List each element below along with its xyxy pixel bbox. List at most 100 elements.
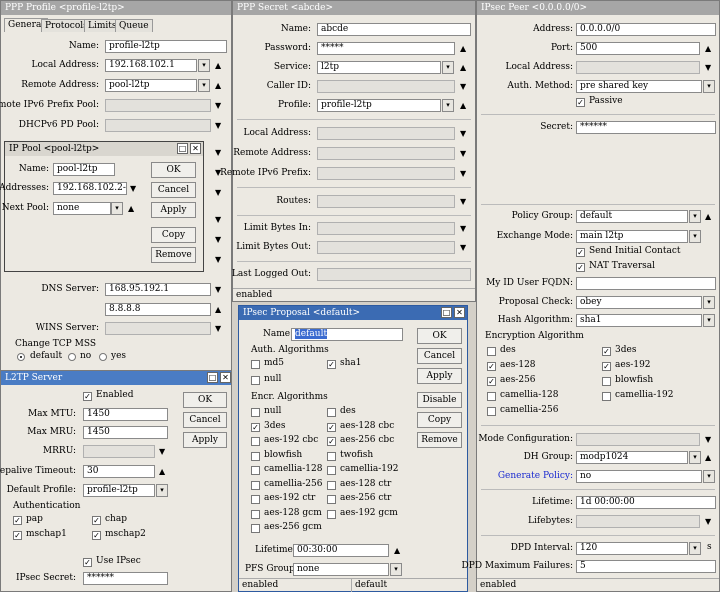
peer-blowfish-checkbox[interactable] bbox=[602, 377, 611, 386]
exchange-mode-field[interactable]: main l2tp bbox=[576, 230, 688, 243]
pfs-group-field[interactable]: none bbox=[293, 563, 389, 576]
auth-method-field[interactable]: pre shared key bbox=[576, 80, 702, 93]
l2tp-apply-button[interactable]: Apply bbox=[183, 432, 227, 448]
generate-policy-dropdown[interactable]: ▾ bbox=[703, 470, 715, 483]
limit-out-arrow[interactable]: ▼ bbox=[460, 241, 466, 254]
l2tp-cancel-button[interactable]: Cancel bbox=[183, 412, 227, 428]
encr-aes256cbc-checkbox[interactable]: ✓ bbox=[327, 437, 336, 446]
peer-port-arrow[interactable]: ▲ bbox=[705, 42, 711, 55]
policy-group-dropdown[interactable]: ▾ bbox=[689, 210, 701, 223]
peer-secret-field[interactable]: ****** bbox=[576, 121, 716, 134]
policy-group-field[interactable]: default bbox=[576, 210, 688, 223]
caller-id-arrow[interactable]: ▼ bbox=[460, 80, 466, 93]
peer-local-field[interactable] bbox=[576, 61, 700, 74]
dns-server-1[interactable]: 168.95.192.1 bbox=[105, 283, 211, 296]
lifebytes-arrow[interactable]: ▼ bbox=[705, 515, 711, 528]
encr-aes256gcm-checkbox[interactable] bbox=[251, 524, 260, 533]
dh-group-dropdown[interactable]: ▾ bbox=[689, 451, 701, 464]
tcp-mss-default-radio[interactable] bbox=[17, 353, 25, 361]
proposal-cancel-button[interactable]: Cancel bbox=[417, 348, 462, 364]
encr-aes192ctr-checkbox[interactable] bbox=[251, 495, 260, 504]
hidden-row-arrow[interactable]: ▼ bbox=[215, 146, 221, 159]
dpd-max-field[interactable]: 5 bbox=[576, 560, 716, 573]
remote-address-field[interactable]: pool-l2tp bbox=[105, 79, 197, 92]
l2tp-ok-button[interactable]: OK bbox=[183, 392, 227, 408]
pool-remove-button[interactable]: Remove bbox=[151, 247, 196, 263]
mrru-field[interactable] bbox=[83, 445, 155, 458]
encr-camellia256-checkbox[interactable] bbox=[251, 481, 260, 490]
pool-copy-button[interactable]: Copy bbox=[151, 227, 196, 243]
generate-policy-field[interactable]: no bbox=[576, 470, 702, 483]
policy-group-arrow[interactable]: ▲ bbox=[705, 210, 711, 223]
routes-arrow[interactable]: ▼ bbox=[460, 195, 466, 208]
maximize-icon[interactable]: □ bbox=[207, 372, 218, 383]
service-dropdown[interactable]: ▾ bbox=[442, 61, 454, 74]
hash-algorithm-dropdown[interactable]: ▾ bbox=[703, 314, 715, 327]
secret-password-field[interactable]: ***** bbox=[317, 42, 455, 55]
mschap1-checkbox[interactable]: ✓ bbox=[13, 531, 22, 540]
hidden-row-arrow[interactable]: ▼ bbox=[215, 186, 221, 199]
pool-cancel-button[interactable]: Cancel bbox=[151, 182, 196, 198]
my-id-field[interactable] bbox=[576, 277, 716, 290]
encr-blowfish-checkbox[interactable] bbox=[251, 452, 260, 461]
local-address-dropdown[interactable]: ▾ bbox=[198, 59, 210, 72]
peer-local-arrow[interactable]: ▼ bbox=[705, 61, 711, 74]
remote-ipv6-field[interactable] bbox=[105, 99, 211, 112]
maximize-icon[interactable]: □ bbox=[177, 143, 188, 154]
close-icon[interactable]: ✕ bbox=[220, 372, 231, 383]
proposal-name-field[interactable]: default bbox=[291, 328, 403, 341]
secret-local-field[interactable] bbox=[317, 127, 455, 140]
send-initial-checkbox[interactable]: ✓ bbox=[576, 248, 585, 257]
keepalive-arrow[interactable]: ▲ bbox=[159, 465, 165, 478]
service-up-arrow[interactable]: ▲ bbox=[460, 61, 466, 74]
null-auth-checkbox[interactable] bbox=[251, 376, 260, 385]
wins-arrow[interactable]: ▼ bbox=[215, 322, 221, 335]
secret-profile-field[interactable]: profile-l2tp bbox=[317, 99, 441, 112]
caller-id-field[interactable] bbox=[317, 80, 455, 93]
ipsec-secret-field[interactable]: ****** bbox=[83, 572, 168, 585]
maximize-icon[interactable]: □ bbox=[441, 307, 452, 318]
hidden-row-arrow[interactable]: ▼ bbox=[215, 253, 221, 266]
encr-twofish-checkbox[interactable] bbox=[327, 452, 336, 461]
password-up-arrow[interactable]: ▲ bbox=[460, 42, 466, 55]
peer-address-field[interactable]: 0.0.0.0/0 bbox=[576, 23, 716, 36]
local-address-up-arrow[interactable]: ▲ bbox=[215, 59, 221, 72]
remote-address-up-arrow[interactable]: ▲ bbox=[215, 79, 221, 92]
lifebytes-field[interactable] bbox=[576, 515, 700, 528]
sha1-checkbox[interactable]: ✓ bbox=[327, 360, 336, 369]
use-ipsec-checkbox[interactable]: ✓ bbox=[83, 558, 92, 567]
dpd-interval-field[interactable]: 120 bbox=[576, 542, 688, 555]
mode-config-field[interactable] bbox=[576, 433, 700, 446]
proposal-apply-button[interactable]: Apply bbox=[417, 368, 462, 384]
pool-name-field[interactable]: pool-l2tp bbox=[53, 163, 115, 176]
hash-algorithm-field[interactable]: sha1 bbox=[576, 314, 702, 327]
encr-3des-checkbox[interactable]: ✓ bbox=[251, 423, 260, 432]
peer-port-field[interactable]: 500 bbox=[576, 42, 700, 55]
secret-remote6-arrow[interactable]: ▼ bbox=[460, 167, 466, 180]
pool-addresses-field[interactable]: 192.168.102.2-192 bbox=[53, 182, 127, 195]
proposal-copy-button[interactable]: Copy bbox=[417, 412, 462, 428]
peer-aes192-checkbox[interactable]: ✓ bbox=[602, 362, 611, 371]
hidden-row-arrow[interactable]: ▼ bbox=[215, 213, 221, 226]
close-icon[interactable]: ✕ bbox=[190, 143, 201, 154]
dhcpv6-arrow[interactable]: ▼ bbox=[215, 119, 221, 132]
max-mtu-field[interactable]: 1450 bbox=[83, 408, 168, 421]
limit-in-field[interactable] bbox=[317, 222, 455, 235]
tcp-mss-yes-radio[interactable] bbox=[99, 353, 107, 361]
peer-des-checkbox[interactable] bbox=[487, 347, 496, 356]
proposal-ok-button[interactable]: OK bbox=[417, 328, 462, 344]
peer-camellia256-checkbox[interactable] bbox=[487, 407, 496, 416]
passive-checkbox[interactable]: ✓ bbox=[576, 98, 585, 107]
pool-next-up-arrow[interactable]: ▲ bbox=[128, 202, 134, 215]
hidden-row-arrow[interactable]: ▼ bbox=[215, 233, 221, 246]
exchange-mode-dropdown[interactable]: ▾ bbox=[689, 230, 701, 243]
secret-remote-arrow[interactable]: ▼ bbox=[460, 147, 466, 160]
encr-camellia128-checkbox[interactable] bbox=[251, 466, 260, 475]
dpd-interval-dropdown[interactable]: ▾ bbox=[689, 542, 701, 555]
dns-1-down-arrow[interactable]: ▼ bbox=[215, 283, 221, 296]
secret-remote6-field[interactable] bbox=[317, 167, 455, 180]
proposal-lifetime-arrow[interactable]: ▲ bbox=[394, 544, 400, 557]
chap-checkbox[interactable]: ✓ bbox=[92, 516, 101, 525]
encr-aes192gcm-checkbox[interactable] bbox=[327, 510, 336, 519]
pool-apply-button[interactable]: Apply bbox=[151, 202, 196, 218]
